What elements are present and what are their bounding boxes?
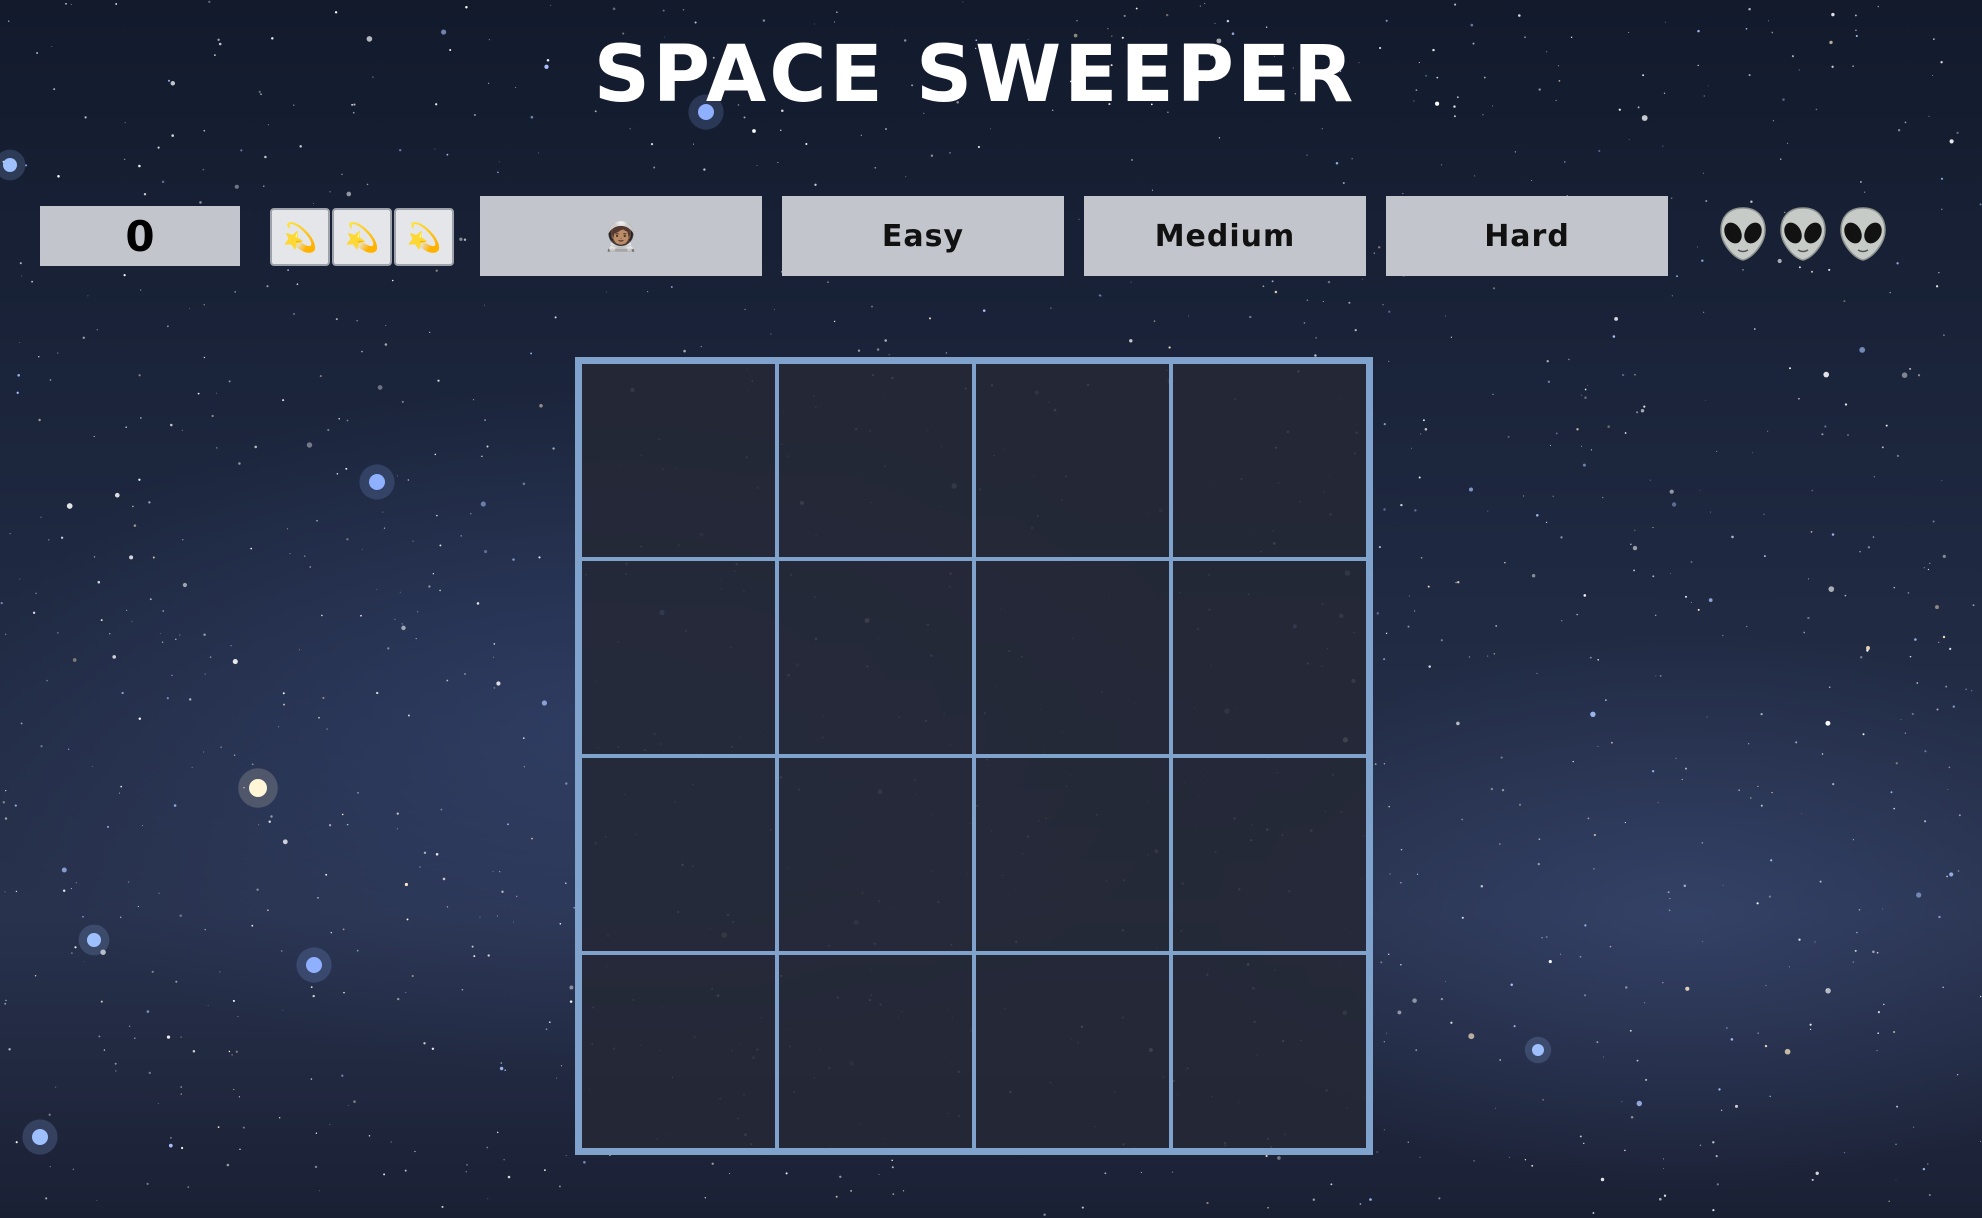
board-cell[interactable] — [974, 559, 1171, 756]
board-cell[interactable] — [777, 559, 974, 756]
life-icon: 💫 — [270, 208, 330, 266]
board-cell[interactable] — [580, 362, 777, 559]
mine-counter: 0 — [40, 206, 240, 266]
easy-button[interactable]: Easy — [782, 196, 1064, 276]
alien-icon — [1780, 207, 1826, 261]
board-cell[interactable] — [580, 953, 777, 1150]
board-cell[interactable] — [777, 756, 974, 953]
game-title: SPACE SWEEPER — [593, 30, 1357, 120]
medium-button[interactable]: Medium — [1084, 196, 1366, 276]
board-cell[interactable] — [974, 362, 1171, 559]
board-cell[interactable] — [1171, 953, 1368, 1150]
alien-counter — [1718, 206, 1888, 262]
board-cell[interactable] — [974, 953, 1171, 1150]
alien-icon — [1840, 207, 1886, 261]
board-cell[interactable] — [1171, 559, 1368, 756]
alien-icon — [1720, 207, 1766, 261]
astronaut-icon: 🧑🏽‍🚀 — [603, 219, 639, 253]
game-board — [575, 357, 1373, 1155]
board-cell[interactable] — [777, 953, 974, 1150]
life-icon: 💫 — [332, 208, 392, 266]
reset-button[interactable]: 🧑🏽‍🚀 — [480, 196, 762, 276]
lives-display: 💫 💫 💫 — [270, 208, 454, 266]
hard-button[interactable]: Hard — [1386, 196, 1668, 276]
board-cell[interactable] — [777, 362, 974, 559]
life-icon: 💫 — [394, 208, 454, 266]
board-cell[interactable] — [1171, 756, 1368, 953]
board-cell[interactable] — [1171, 362, 1368, 559]
board-cell[interactable] — [580, 559, 777, 756]
board-cell[interactable] — [974, 756, 1171, 953]
board-cell[interactable] — [580, 756, 777, 953]
